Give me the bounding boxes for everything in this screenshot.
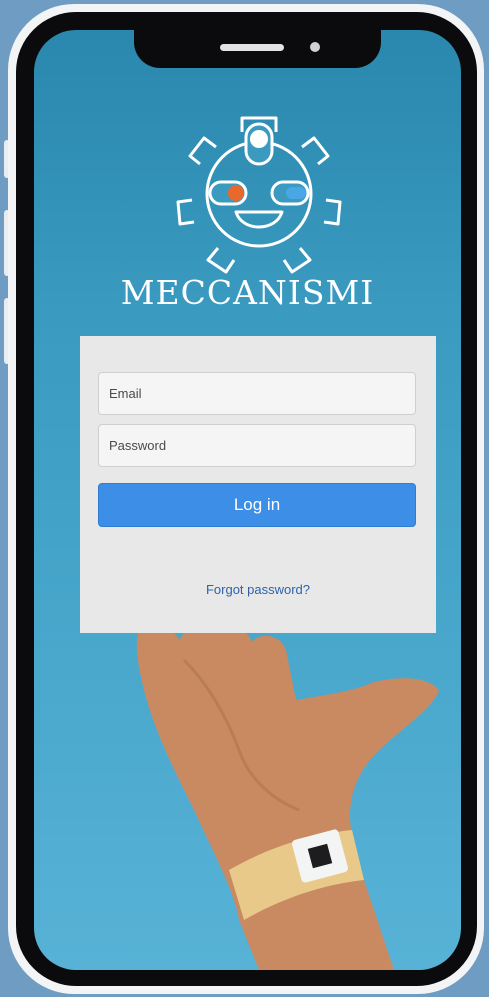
- gear-robot-logo-icon: [176, 116, 342, 274]
- email-field[interactable]: [98, 372, 416, 415]
- forgot-password-link[interactable]: Forgot password?: [80, 582, 436, 597]
- speaker-grille: [220, 44, 284, 51]
- login-card: Log in Forgot password?: [80, 336, 436, 633]
- login-button[interactable]: Log in: [98, 483, 416, 527]
- brand-name: MECCANISMI: [120, 273, 375, 312]
- phone-notch: [134, 30, 381, 68]
- app-screen: MECCANISMI Log in Forgot password?: [34, 30, 461, 970]
- hand-background-image: [136, 624, 439, 970]
- front-camera: [310, 42, 320, 52]
- password-field[interactable]: [98, 424, 416, 467]
